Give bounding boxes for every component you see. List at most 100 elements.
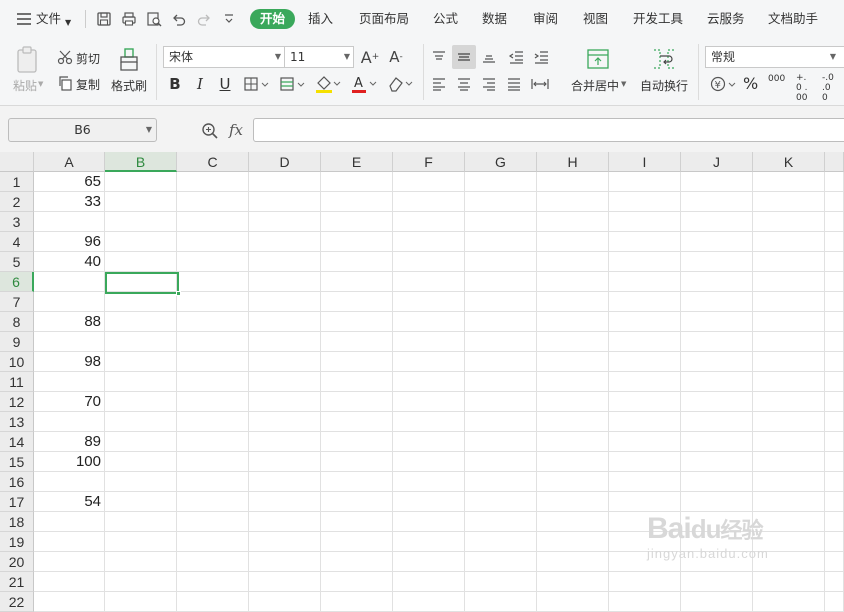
- customize-quick-access-icon[interactable]: [219, 9, 239, 29]
- cell-b15[interactable]: [105, 452, 177, 472]
- cell-h17[interactable]: [537, 492, 609, 512]
- cell-h22[interactable]: [537, 592, 609, 612]
- cell-h12[interactable]: [537, 392, 609, 412]
- cell-j14[interactable]: [681, 432, 753, 452]
- cell-a3[interactable]: [34, 212, 105, 232]
- column-header-overflow[interactable]: [825, 152, 844, 172]
- cell-g1[interactable]: [465, 172, 537, 192]
- number-format-select[interactable]: 常规 ▼: [705, 46, 844, 68]
- cell-i18[interactable]: [609, 512, 681, 532]
- cell-k15[interactable]: [753, 452, 825, 472]
- cell-j16[interactable]: [681, 472, 753, 492]
- cell-j3[interactable]: [681, 212, 753, 232]
- cell-i13[interactable]: [609, 412, 681, 432]
- cell-h4[interactable]: [537, 232, 609, 252]
- cell-g13[interactable]: [465, 412, 537, 432]
- row-header-12[interactable]: 12: [0, 392, 34, 412]
- cell-b20[interactable]: [105, 552, 177, 572]
- cell-b13[interactable]: [105, 412, 177, 432]
- cell-f20[interactable]: [393, 552, 465, 572]
- fill-handle[interactable]: [176, 291, 181, 296]
- cell-b14[interactable]: [105, 432, 177, 452]
- row-header-5[interactable]: 5: [0, 252, 34, 272]
- cell-a2[interactable]: 33: [34, 192, 105, 212]
- cell-a13[interactable]: [34, 412, 105, 432]
- cell-e13[interactable]: [321, 412, 393, 432]
- cell-b19[interactable]: [105, 532, 177, 552]
- cell-b7[interactable]: [105, 292, 177, 312]
- cell-k4[interactable]: [753, 232, 825, 252]
- cell-f21[interactable]: [393, 572, 465, 592]
- cell-f2[interactable]: [393, 192, 465, 212]
- cell-d2[interactable]: [249, 192, 321, 212]
- cell-d19[interactable]: [249, 532, 321, 552]
- column-header-j[interactable]: J: [681, 152, 753, 172]
- cell-d12[interactable]: [249, 392, 321, 412]
- cell-c3[interactable]: [177, 212, 249, 232]
- cell-e2[interactable]: [321, 192, 393, 212]
- cell-overflow[interactable]: [825, 252, 844, 272]
- cell-b9[interactable]: [105, 332, 177, 352]
- row-header-15[interactable]: 15: [0, 452, 34, 472]
- column-header-k[interactable]: K: [753, 152, 825, 172]
- cell-k14[interactable]: [753, 432, 825, 452]
- cell-e16[interactable]: [321, 472, 393, 492]
- cell-b21[interactable]: [105, 572, 177, 592]
- cell-j6[interactable]: [681, 272, 753, 292]
- cell-h1[interactable]: [537, 172, 609, 192]
- font-color-icon[interactable]: A: [349, 73, 379, 95]
- cell-e10[interactable]: [321, 352, 393, 372]
- cell-j13[interactable]: [681, 412, 753, 432]
- cell-a4[interactable]: 96: [34, 232, 105, 252]
- cell-i9[interactable]: [609, 332, 681, 352]
- cell-c15[interactable]: [177, 452, 249, 472]
- cell-a16[interactable]: [34, 472, 105, 492]
- cell-j11[interactable]: [681, 372, 753, 392]
- cell-b11[interactable]: [105, 372, 177, 392]
- cut-label[interactable]: 剪切: [76, 50, 100, 67]
- cell-g19[interactable]: [465, 532, 537, 552]
- cell-f1[interactable]: [393, 172, 465, 192]
- cell-h19[interactable]: [537, 532, 609, 552]
- cell-c7[interactable]: [177, 292, 249, 312]
- cell-h11[interactable]: [537, 372, 609, 392]
- cell-d15[interactable]: [249, 452, 321, 472]
- cell-k6[interactable]: [753, 272, 825, 292]
- cell-i22[interactable]: [609, 592, 681, 612]
- cell-g9[interactable]: [465, 332, 537, 352]
- cell-c21[interactable]: [177, 572, 249, 592]
- percent-icon[interactable]: %: [743, 74, 758, 93]
- cell-g15[interactable]: [465, 452, 537, 472]
- cell-j15[interactable]: [681, 452, 753, 472]
- cell-a21[interactable]: [34, 572, 105, 592]
- cell-e6[interactable]: [321, 272, 393, 292]
- cell-h9[interactable]: [537, 332, 609, 352]
- cell-k8[interactable]: [753, 312, 825, 332]
- cell-b1[interactable]: [105, 172, 177, 192]
- cell-f9[interactable]: [393, 332, 465, 352]
- cell-b8[interactable]: [105, 312, 177, 332]
- cell-f22[interactable]: [393, 592, 465, 612]
- cell-k19[interactable]: [753, 532, 825, 552]
- cell-i4[interactable]: [609, 232, 681, 252]
- merge-center-chevron-icon[interactable]: ▼: [621, 80, 626, 88]
- cell-c5[interactable]: [177, 252, 249, 272]
- cell-overflow[interactable]: [825, 532, 844, 552]
- row-header-2[interactable]: 2: [0, 192, 34, 212]
- format-painter-icon[interactable]: [116, 46, 142, 74]
- cell-b12[interactable]: [105, 392, 177, 412]
- row-header-21[interactable]: 21: [0, 572, 34, 592]
- cell-e9[interactable]: [321, 332, 393, 352]
- cell-h13[interactable]: [537, 412, 609, 432]
- cell-e19[interactable]: [321, 532, 393, 552]
- row-header-9[interactable]: 9: [0, 332, 34, 352]
- cell-b3[interactable]: [105, 212, 177, 232]
- cell-e20[interactable]: [321, 552, 393, 572]
- increase-indent-icon[interactable]: [531, 47, 551, 67]
- copy-icon[interactable]: [56, 74, 74, 92]
- cell-h5[interactable]: [537, 252, 609, 272]
- cell-f19[interactable]: [393, 532, 465, 552]
- currency-icon[interactable]: ¥: [709, 74, 737, 94]
- format-painter-label[interactable]: 格式刷: [111, 77, 147, 94]
- cell-f6[interactable]: [393, 272, 465, 292]
